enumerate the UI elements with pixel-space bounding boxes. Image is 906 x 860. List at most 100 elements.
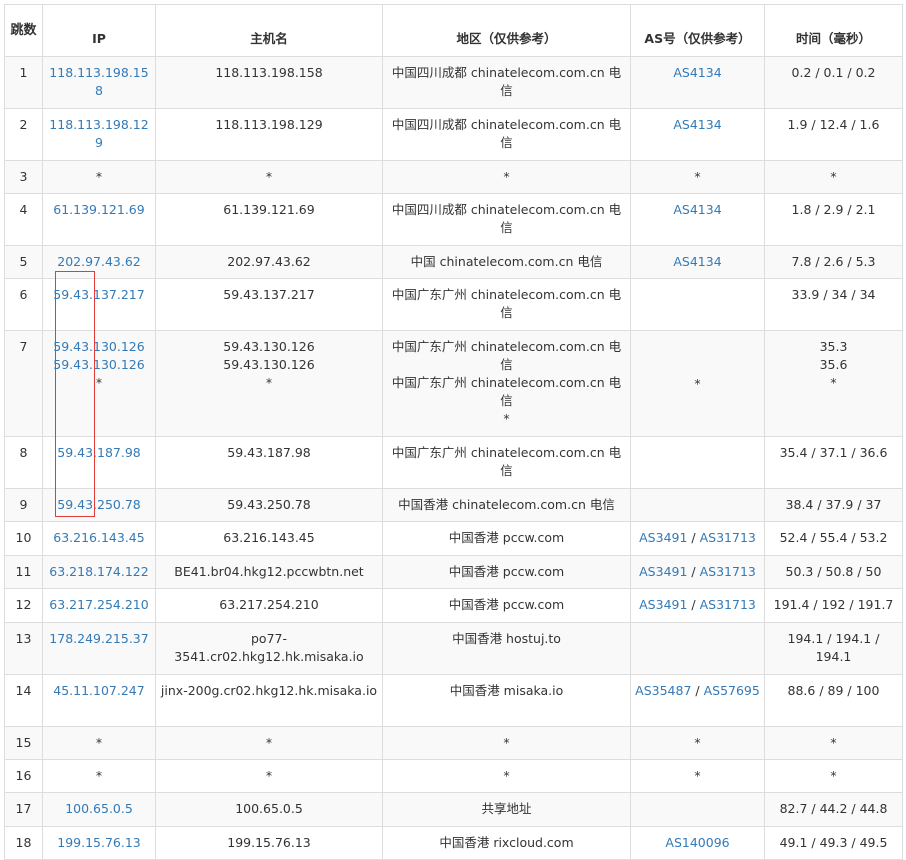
as-link[interactable]: AS4134 (673, 65, 721, 80)
ip-cell: 118.113.198.158 (42, 56, 156, 109)
time-text: * (830, 735, 837, 750)
ip-link[interactable]: 178.249.215.37 (47, 630, 151, 648)
ip-link[interactable]: 202.97.43.62 (47, 253, 151, 271)
region-text: 中国香港 chinatelecom.com.cn 电信 (398, 497, 615, 512)
hop-cell: 17 (4, 792, 43, 827)
ip-cell: 202.97.43.62 (42, 245, 156, 279)
ip-cell: 59.43.130.126 59.43.130.126 * (42, 330, 156, 437)
ip-link[interactable]: 45.11.107.247 (47, 682, 151, 700)
ip-link[interactable]: 59.43.250.78 (47, 496, 151, 514)
as-link[interactable]: AS4134 (673, 254, 721, 269)
region-text: 中国广东广州 chinatelecom.com.cn 电信 (391, 339, 622, 372)
hostname-cell: jinx-200g.cr02.hkg12.hk.misaka.io (155, 674, 383, 727)
region-cell: 中国香港 misaka.io (382, 674, 631, 727)
header-region: 地区（仅供参考） (382, 4, 631, 57)
region-cell: 共享地址 (382, 792, 631, 827)
table-row: 7 59.43.130.126 59.43.130.126 * 59.43.130.12… (4, 330, 903, 437)
hop-cell: 2 (4, 108, 43, 161)
table-row: 9 59.43.250.78 59.43.250.78 中国香港 chinatelec… (4, 488, 903, 522)
table-row: 10 63.216.143.45 63.216.143.45 中国香港 pccw.co… (4, 521, 903, 556)
hop-cell: 7 (4, 330, 43, 437)
hop-cell: 8 (4, 436, 43, 489)
ip-link[interactable]: 199.15.76.13 (47, 834, 151, 852)
hostname-cell: 118.113.198.158 (155, 56, 383, 109)
time-cell: * (764, 726, 903, 760)
hostname-cell: 59.43.187.98 (155, 436, 383, 489)
as-link[interactable]: AS4134 (673, 117, 721, 132)
time-cell: 0.2 / 0.1 / 0.2 (764, 56, 903, 109)
as-link[interactable]: AS140096 (665, 835, 729, 850)
hop-number: 7 (19, 339, 28, 354)
ip-link[interactable]: 118.113.198.158 (47, 64, 151, 100)
as-link[interactable]: AS3491 (639, 564, 687, 579)
ip-link[interactable]: 59.43.137.217 (47, 286, 151, 304)
ip-link[interactable]: 59.43.187.98 (47, 444, 151, 462)
hostname-text: * (265, 375, 273, 390)
as-separator: / (687, 597, 700, 612)
time-text: 7.8 / 2.6 / 5.3 (791, 254, 876, 269)
as-link[interactable]: AS3491 (639, 530, 687, 545)
as-link[interactable]: AS4134 (673, 202, 721, 217)
as-cell: AS3491 / AS31713 (630, 555, 765, 589)
hostname-text: po77-3541.cr02.hkg12.hk.misaka.io (174, 631, 364, 664)
region-text: 中国四川成都 chinatelecom.com.cn 电信 (391, 117, 622, 150)
time-text: 35.4 / 37.1 / 36.6 (779, 445, 888, 460)
hop-cell: 12 (4, 588, 43, 623)
ip-link[interactable]: 63.218.174.122 (47, 563, 151, 581)
as-link[interactable]: AS35487 (635, 683, 691, 698)
as-link[interactable]: AS3491 (639, 597, 687, 612)
ip-cell: 45.11.107.247 (42, 674, 156, 727)
time-cell: 1.8 / 2.9 / 2.1 (764, 193, 903, 246)
hostname-text: 61.139.121.69 (223, 202, 315, 217)
ip-cell: 59.43.187.98 (42, 436, 156, 489)
hop-cell: 3 (4, 160, 43, 194)
hop-number: 8 (19, 445, 28, 460)
ip-link[interactable]: 59.43.130.126 (47, 356, 151, 374)
time-cell: 35.4 / 37.1 / 36.6 (764, 436, 903, 489)
as-cell (630, 278, 765, 331)
region-cell: 中国香港 hostuj.to (382, 622, 631, 675)
ip-cell: 63.217.254.210 (42, 588, 156, 623)
ip-link[interactable]: 59.43.130.126 (47, 338, 151, 356)
hostname-cell: 63.216.143.45 (155, 521, 383, 556)
table-row: 5 202.97.43.62 202.97.43.62 中国 chinatelecom… (4, 245, 903, 279)
as-link: * (694, 169, 701, 184)
as-link[interactable]: AS31713 (700, 530, 756, 545)
ip-cell: 100.65.0.5 (42, 792, 156, 827)
as-link[interactable]: AS57695 (704, 683, 760, 698)
as-cell: AS4134 (630, 193, 765, 246)
as-cell (630, 792, 765, 827)
ip-link[interactable]: 100.65.0.5 (47, 800, 151, 818)
region-text: 中国香港 pccw.com (448, 597, 565, 612)
region-cell: 中国四川成都 chinatelecom.com.cn 电信 (382, 193, 631, 246)
region-text: 中国香港 rixcloud.com (439, 835, 574, 850)
region-text: 中国 chinatelecom.com.cn 电信 (410, 254, 603, 269)
as-cell: * (630, 160, 765, 194)
region-text: 中国香港 pccw.com (448, 530, 565, 545)
hostname-text: 63.217.254.210 (219, 597, 319, 612)
hostname-text: 199.15.76.13 (227, 835, 311, 850)
region-cell: 中国广东广州 chinatelecom.com.cn 电信 中国广东广州 chin… (382, 330, 631, 437)
as-link[interactable]: AS31713 (700, 564, 756, 579)
hop-number: 9 (19, 497, 28, 512)
as-cell: AS4134 (630, 56, 765, 109)
ip-link[interactable]: 61.139.121.69 (47, 201, 151, 219)
hostname-cell: 59.43.137.217 (155, 278, 383, 331)
ip-link[interactable]: 63.216.143.45 (47, 529, 151, 547)
region-text: 中国四川成都 chinatelecom.com.cn 电信 (391, 202, 622, 235)
hop-number: 5 (19, 254, 28, 269)
ip-link[interactable]: 118.113.198.129 (47, 116, 151, 152)
region-cell: * (382, 726, 631, 760)
ip-cell: 59.43.137.217 (42, 278, 156, 331)
hostname-text: * (265, 768, 273, 783)
as-cell: AS140096 (630, 826, 765, 860)
hop-number: 10 (15, 530, 32, 545)
time-cell: 49.1 / 49.3 / 49.5 (764, 826, 903, 860)
hop-number: 13 (15, 631, 32, 646)
table-row: 2 118.113.198.129 118.113.198.129 中国四川成都 ch… (4, 108, 903, 161)
ip-link[interactable]: 63.217.254.210 (47, 596, 151, 614)
time-text: 35.3 (819, 339, 848, 354)
time-text: 1.9 / 12.4 / 1.6 (787, 117, 880, 132)
as-link[interactable]: AS31713 (700, 597, 756, 612)
hostname-text: 118.113.198.129 (215, 117, 323, 132)
